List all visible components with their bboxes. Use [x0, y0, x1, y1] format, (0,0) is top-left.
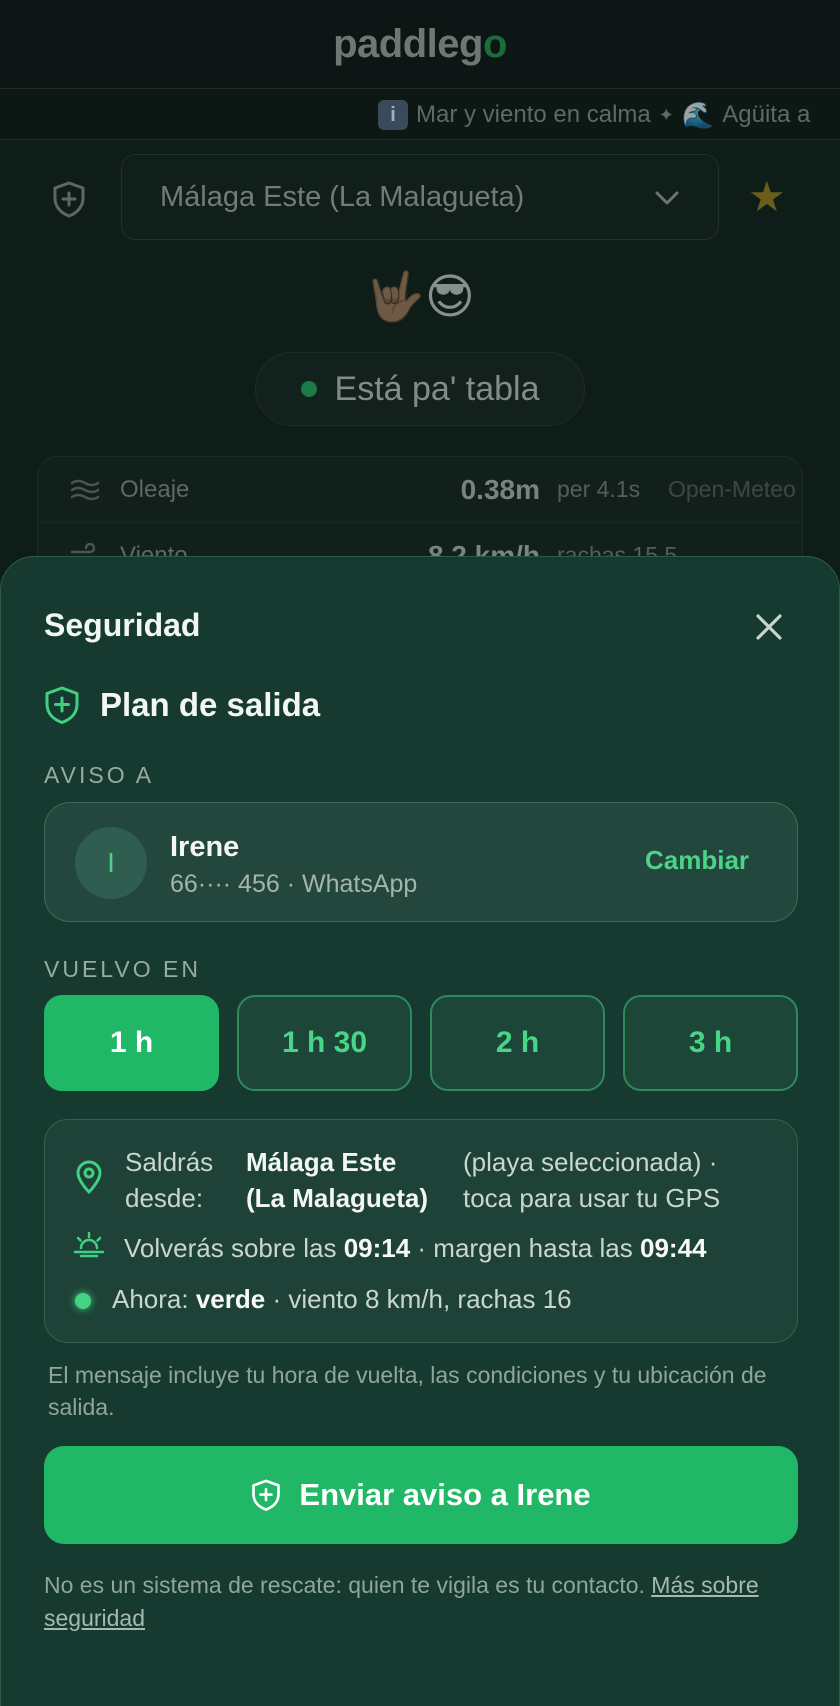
beach-select-value: Málaga Este (La Malagueta) [160, 180, 525, 213]
duration-option-1h[interactable]: 1 h [44, 995, 219, 1091]
condition-row: Oleaje 0.38m per 4.1s Open-Meteo [38, 457, 802, 523]
duration-option-3h[interactable]: 3 h [623, 995, 798, 1091]
sparkle-icon: ✦ [658, 104, 674, 125]
notify-section-label: AVISO A [44, 762, 155, 788]
close-icon[interactable] [745, 603, 793, 651]
trip-summary-card[interactable]: Saldrás desde: Málaga Este (La Malagueta) … [44, 1119, 798, 1343]
message-note: El mensaje incluye tu hora de vuelta, la… [48, 1362, 767, 1420]
duration-options: 1 h 1 h 30 2 h 3 h [44, 995, 798, 1091]
ticker-text-2: Agüita a [722, 101, 811, 128]
current-status-line: Ahora: verde · viento 8 km/h, rachas 16 [112, 1284, 572, 1315]
safety-shield-icon[interactable] [46, 176, 92, 222]
beach-selector-row: Málaga Este (La Malagueta) ★ [0, 154, 840, 242]
send-alert-label: Enviar aviso a Irene [299, 1477, 591, 1512]
favorite-star-icon[interactable]: ★ [748, 176, 786, 218]
now-prefix: Ahora: [112, 1284, 189, 1314]
from-note: (playa seleccionada) · toca para usar tu … [463, 1147, 721, 1213]
duration-option-1h30[interactable]: 1 h 30 [237, 995, 412, 1091]
wave-icon: 🌊 [681, 99, 715, 130]
change-contact-button[interactable]: Cambiar [645, 845, 749, 876]
return-time-line: Volverás sobre las 09:14 · margen hasta … [124, 1233, 706, 1264]
status-text: Está pa' tabla [334, 369, 540, 408]
shield-plus-icon [45, 686, 79, 724]
condition-label: Oleaje [120, 475, 190, 503]
status-green-dot [75, 1293, 91, 1309]
margin-prefix: · margen hasta las [417, 1233, 633, 1263]
condition-value: 0.38m [460, 473, 540, 505]
condition-sub: per 4.1s [557, 476, 641, 502]
sheet-title: Seguridad [44, 607, 201, 643]
logo-text: paddleg [333, 21, 483, 66]
condition-source: Open-Meteo [668, 476, 796, 502]
logo-accent: o [482, 21, 507, 66]
chevron-down-icon [655, 191, 679, 205]
disclaimer: No es un sistema de rescate: quien te vi… [44, 1569, 784, 1635]
status-dot [300, 381, 317, 397]
contact-name: Irene [170, 831, 240, 863]
info-icon: i [378, 100, 408, 130]
app-logo: paddlego [333, 22, 507, 67]
plan-title: Plan de salida [100, 686, 321, 723]
duration-option-2h[interactable]: 2 h [430, 995, 605, 1091]
ticker-text-1: Mar y viento en calma [416, 101, 651, 128]
sunset-icon [73, 1231, 105, 1258]
app-header: paddlego [0, 0, 840, 88]
plan-header: Plan de salida [44, 683, 320, 727]
news-ticker: i Mar y viento en calma ✦ 🌊 Agüita a [0, 88, 840, 140]
status-pill: Está pa' tabla [255, 352, 585, 426]
avatar: I [75, 827, 147, 899]
waves-icon [70, 479, 100, 501]
now-detail: · viento 8 km/h, rachas 16 [272, 1284, 572, 1314]
margin-time: 09:44 [639, 1233, 707, 1263]
shield-plus-icon [252, 1479, 281, 1511]
from-place: Málaga Este (La Malagueta) [246, 1147, 429, 1213]
return-time: 09:14 [343, 1233, 411, 1263]
now-status: verde [195, 1284, 266, 1314]
safety-bottom-sheet: Seguridad Plan de salida AVISO A I Irene… [0, 556, 840, 1706]
contact-card: I Irene 66···· 456 · WhatsApp Cambiar [44, 802, 798, 922]
contact-detail: 66···· 456 · WhatsApp [170, 870, 418, 898]
send-alert-button[interactable]: Enviar aviso a Irene [44, 1446, 798, 1544]
return-prefix: Volverás sobre las [124, 1233, 337, 1263]
disclaimer-text: No es un sistema de rescate: quien te vi… [44, 1572, 645, 1598]
beach-select[interactable]: Málaga Este (La Malagueta) [121, 154, 719, 240]
mood-emojis: 🤟🏽😎 [365, 271, 475, 324]
location-pin-icon [76, 1160, 102, 1194]
from-label: Saldrás desde: [125, 1147, 214, 1213]
return-section-label: VUELVO EN [44, 956, 201, 982]
